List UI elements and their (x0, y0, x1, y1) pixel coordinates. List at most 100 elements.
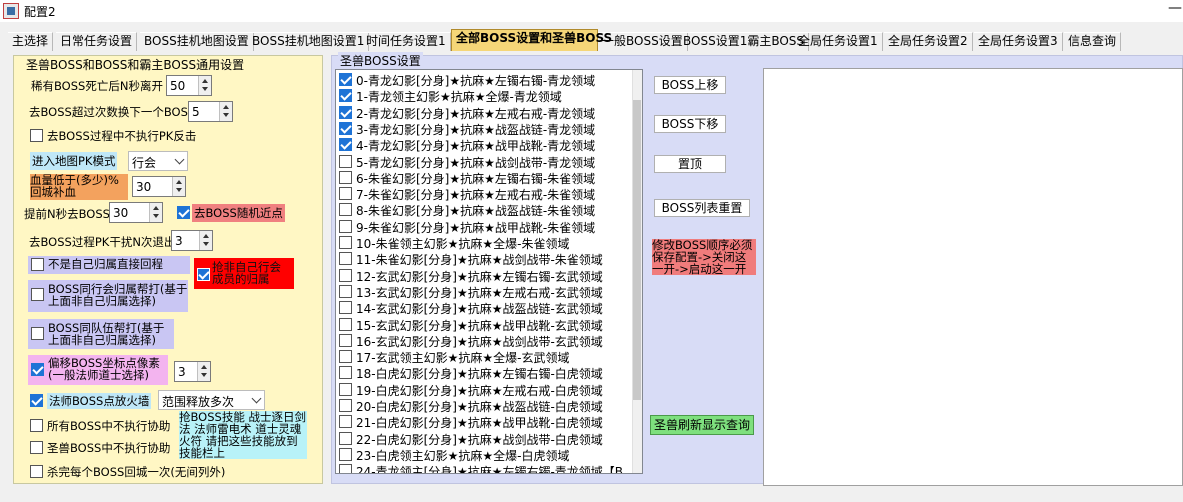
team-help-label: BOSS同队伍帮打(基于上面非自己归属选择) (48, 322, 165, 347)
pk-exit-times-input[interactable]: 3 (171, 230, 213, 251)
boss-item-checkbox[interactable] (339, 252, 352, 266)
boss-item-checkbox[interactable] (339, 236, 352, 249)
holy-no-assist-label: 圣兽BOSS中不执行协助 (47, 441, 171, 455)
return-each-label: 杀完每个BOSS回城一次(无间列外) (47, 465, 226, 479)
tab-info[interactable]: 信息查询 (1064, 32, 1122, 51)
not-own-return-row: 不是自己归属直接回程 (28, 256, 190, 274)
hp-low-input[interactable]: 30 (132, 176, 186, 197)
mage-firewall-select[interactable]: 范围释放多次 (158, 390, 265, 410)
pk-mode-label: 进入地图PK模式 (30, 152, 118, 170)
tab-overlord-boss[interactable]: BOSS设置1霸主BOSS (679, 32, 810, 51)
guild-help-label: BOSS同行会归属帮打(基于上面非自己归属选择) (48, 283, 188, 308)
offset-pixels-checkbox[interactable] (31, 363, 44, 376)
preview-area (763, 68, 1183, 486)
no-pk-counter-checkbox[interactable] (30, 129, 43, 142)
boss-item-checkbox[interactable] (339, 366, 352, 380)
left-settings-panel: 圣兽BOSS和BOSS和霸主BOSS通用设置 稀有BOSS死亡后N秒离开 50 … (13, 55, 323, 484)
tab-time-task[interactable]: 时间任务设置1 (362, 32, 451, 51)
boss-item-label: 8-朱雀幻影[分身]★抗麻★战盔战链-朱雀领域 (356, 204, 596, 219)
boss-item-checkbox[interactable] (339, 301, 352, 315)
boss-item-label: 5-青龙幻影[分身]★抗麻★战剑战带-青龙领域 (356, 155, 596, 170)
next-boss-times-label: 去BOSS超过次数换下一个BOSS (29, 105, 196, 119)
boss-item-checkbox[interactable] (339, 187, 352, 201)
not-own-return-label: 不是自己归属直接回程 (48, 257, 163, 271)
chevron-down-icon (174, 154, 185, 165)
boss-item-checkbox[interactable] (339, 73, 352, 86)
boss-item-label: 3-青龙幻影[分身]★抗麻★战盔战链-青龙领域 (356, 122, 596, 137)
boss-item-checkbox[interactable] (339, 382, 352, 396)
boss-item-checkbox[interactable] (339, 431, 352, 445)
boss-item-label: 15-玄武幻影[分身]★抗麻★战甲战靴-玄武领域 (356, 318, 603, 333)
boss-item-checkbox[interactable] (339, 317, 352, 331)
boss-item-checkbox[interactable] (339, 415, 352, 429)
refresh-query-button[interactable]: 圣兽刷新显示查询 (650, 415, 754, 435)
boss-item-checkbox[interactable] (339, 170, 352, 184)
boss-item-checkbox[interactable] (339, 89, 352, 103)
boss-item-label: 12-玄武幻影[分身]★抗麻★左镯右镯-玄武领域 (356, 269, 603, 284)
next-boss-times-input[interactable]: 5 (188, 101, 233, 122)
chevron-down-icon (251, 393, 262, 404)
boss-item-checkbox[interactable] (339, 105, 352, 119)
tab-strip: 主选择 日常任务设置 BOSS挂机地图设置 BOSS挂机地图设置1 时间任务设置… (0, 29, 1183, 51)
tab-boss-map[interactable]: BOSS挂机地图设置 (140, 32, 254, 51)
boss-checklist[interactable]: 0-青龙幻影[分身]★抗麻★左镯右镯-青龙领域 1-青龙领主幻影★抗麻★全爆-青龙… (335, 69, 643, 474)
tab-global-1[interactable]: 全局任务设置1 (794, 32, 883, 51)
boss-item-checkbox[interactable] (339, 464, 352, 473)
boss-item-checkbox[interactable] (339, 333, 352, 347)
pk-exit-times-label: 去BOSS过程PK干扰N次退出 (29, 235, 176, 249)
mage-firewall-label: 法师BOSS点放火墙 (47, 393, 152, 409)
boss-item-checkbox[interactable] (339, 350, 352, 364)
boss-move-up-button[interactable]: BOSS上移 (654, 76, 726, 94)
boss-item-checkbox[interactable] (339, 399, 352, 412)
boss-item-label: 6-朱雀幻影[分身]★抗麻★左镯右镯-朱雀领域 (356, 171, 596, 186)
advance-seconds-input[interactable]: 30 (109, 202, 163, 223)
boss-pin-top-button[interactable]: 置顶 (654, 155, 726, 173)
all-no-assist-label: 所有BOSS中不执行协助 (47, 419, 171, 433)
boss-item-checkbox[interactable] (339, 268, 352, 282)
left-panel-title: 圣兽BOSS和BOSS和霸主BOSS通用设置 (24, 56, 247, 73)
return-each-checkbox[interactable] (30, 465, 43, 478)
boss-item-label: 23-白虎领主幻影★抗麻★全爆-白虎领域 (356, 448, 570, 463)
boss-item-checkbox[interactable] (339, 284, 352, 298)
guild-help-checkbox[interactable] (31, 288, 44, 301)
boss-item-checkbox[interactable] (339, 219, 352, 233)
boss-list-reset-button[interactable]: BOSS列表重置 (654, 199, 750, 217)
boss-item-checkbox[interactable] (339, 203, 352, 217)
boss-move-down-button[interactable]: BOSS下移 (654, 115, 726, 133)
pk-mode-select[interactable]: 行会 (128, 151, 188, 171)
tab-global-2[interactable]: 全局任务设置2 (884, 32, 973, 51)
boss-dead-leave-label: 稀有BOSS死亡后N秒离开 (31, 79, 163, 93)
mage-firewall-checkbox[interactable] (30, 394, 43, 407)
boss-item-label: 10-朱雀领主幻影★抗麻★全爆-朱雀领域 (356, 237, 570, 251)
random-near-checkbox[interactable] (177, 206, 190, 219)
not-own-return-checkbox[interactable] (31, 258, 44, 271)
boss-item-label: 11-朱雀幻影[分身]★抗麻★战剑战带-朱雀领域 (356, 253, 603, 268)
guild-help-row: BOSS同行会归属帮打(基于上面非自己归属选择) (28, 280, 188, 312)
list-scrollbar-thumb[interactable] (633, 100, 641, 400)
all-no-assist-checkbox[interactable] (30, 419, 43, 432)
title-bar: 配置2 — (0, 0, 1183, 22)
tab-daily[interactable]: 日常任务设置 (56, 32, 138, 51)
boss-item-checkbox[interactable] (339, 447, 352, 461)
boss-item-checkbox[interactable] (339, 138, 352, 152)
boss-item-label: 16-玄武幻影[分身]★抗麻★战剑战带-玄武领域 (356, 334, 603, 349)
boss-item-label: 13-玄武幻影[分身]★抗麻★左戒右戒-玄武领域 (356, 285, 603, 300)
app-icon (3, 3, 19, 19)
tab-boss-map-1[interactable]: BOSS挂机地图设置1 (248, 32, 370, 51)
grab-non-guild-checkbox[interactable] (197, 268, 210, 281)
tab-global-3[interactable]: 全局任务设置3 (974, 32, 1063, 51)
grab-non-guild-label: 抢非自己行会成员的归属 (212, 261, 281, 286)
boss-item-checkbox[interactable] (339, 154, 352, 168)
tab-normal-boss[interactable]: 一般BOSS设置 (598, 32, 688, 51)
boss-item-checkbox[interactable] (339, 121, 352, 135)
boss-item-label: 9-朱雀幻影[分身]★抗麻★战甲战靴-朱雀领域 (356, 220, 596, 235)
minimize-button[interactable]: — (1168, 0, 1182, 16)
tab-main[interactable]: 主选择 (8, 32, 54, 51)
holy-no-assist-checkbox[interactable] (30, 441, 43, 454)
boss-dead-leave-input[interactable]: 50 (166, 75, 212, 96)
boss-item-label: 1-青龙领主幻影★抗麻★全爆-青龙领域 (356, 90, 562, 105)
offset-pixels-row: 偏移BOSS坐标点像素(一般法师道士选择) (28, 355, 168, 385)
tab-all-boss[interactable]: 全部BOSS设置和圣兽BOSS (451, 29, 612, 51)
team-help-checkbox[interactable] (31, 327, 44, 340)
offset-pixels-input[interactable]: 3 (174, 361, 211, 382)
